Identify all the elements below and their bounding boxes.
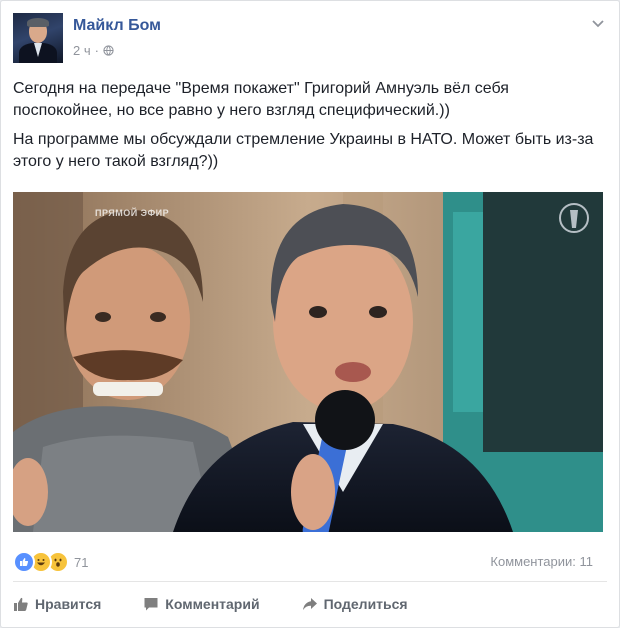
chevron-down-icon[interactable] [591, 17, 605, 31]
like-icon [13, 551, 35, 573]
post-text: Сегодня на передаче "Время покажет" Григ… [13, 78, 605, 180]
photo-illustration [13, 192, 603, 532]
post-paragraph: Сегодня на передаче "Время покажет" Григ… [13, 80, 509, 119]
like-button[interactable]: Нравится [13, 596, 101, 612]
reactions-summary[interactable]: 71 [13, 551, 88, 573]
reactions-count[interactable]: 71 [74, 555, 88, 570]
thumbs-up-icon [14, 597, 28, 611]
comment-icon [144, 598, 158, 611]
live-broadcast-label: ПРЯМОЙ ЭФИР [95, 208, 170, 218]
comment-label: Комментарий [165, 596, 260, 612]
post-card: Майкл Бом 2 ч · Сегодня на передаче "Вре… [0, 0, 620, 628]
comments-count-link[interactable]: Комментарии: 11 [490, 554, 593, 569]
post-meta: 2 ч · [73, 43, 114, 58]
globe-icon[interactable] [103, 45, 114, 56]
like-label: Нравится [35, 596, 102, 612]
share-button[interactable]: Поделиться [302, 596, 408, 612]
post-time[interactable]: 2 ч [73, 43, 91, 58]
post-photo[interactable]: ПРЯМОЙ ЭФИР [13, 192, 603, 532]
post-header: Майкл Бом 2 ч · [13, 13, 607, 63]
share-label: Поделиться [323, 596, 408, 612]
author-name[interactable]: Майкл Бом [73, 17, 161, 35]
avatar[interactable] [13, 13, 63, 63]
divider [13, 581, 607, 582]
comment-button[interactable]: Комментарий [143, 596, 260, 612]
post-paragraph: На программе мы обсуждали стремление Укр… [13, 131, 594, 170]
post-actions: Нравится Комментарий Поделиться [13, 591, 607, 617]
share-icon [302, 598, 317, 610]
